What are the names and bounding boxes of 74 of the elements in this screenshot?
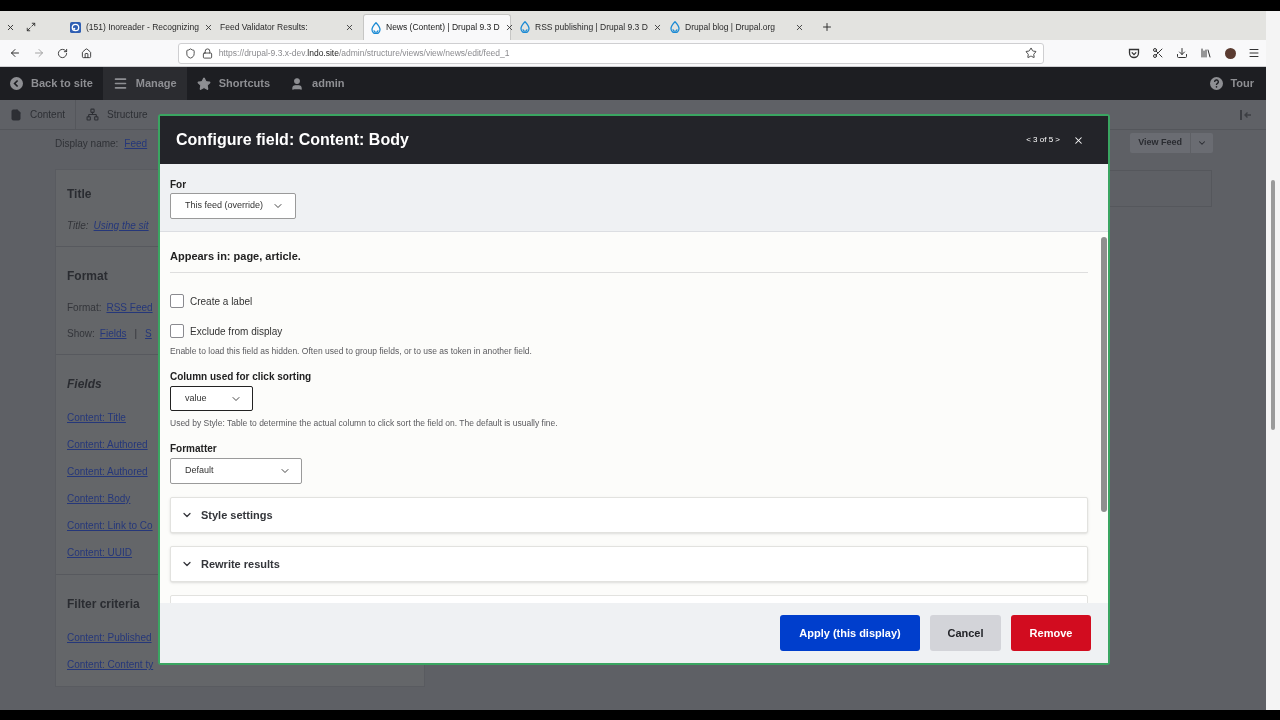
menu-icon [112,76,128,91]
toolbar-item[interactable]: Back to site [0,67,103,100]
formatter-select[interactable]: Default [170,458,302,484]
field-label: For [170,177,187,192]
pager-text[interactable]: < 3 of 5 > [1026,134,1060,146]
browser-tab[interactable]: Drupal blog | Drupal.org [663,14,811,40]
tour-button[interactable]: Tour [1210,67,1266,100]
shield-icon[interactable] [184,47,196,59]
chevron-down-icon [1197,138,1207,148]
collapsible-section[interactable]: Rewrite results [170,546,1088,582]
section-title: Filter criteria [67,596,140,613]
close-icon[interactable] [1073,134,1084,146]
user-icon [290,76,305,91]
dialog-button[interactable]: Apply (this display) [780,615,920,651]
section-title: Fields [67,376,102,393]
toolbar-item[interactable]: Shortcuts [186,67,281,100]
dialog-button[interactable]: Remove [1011,615,1091,651]
file-icon [10,108,22,121]
close-icon[interactable] [795,22,804,32]
view-feed-button[interactable]: View Feed [1130,133,1190,153]
pocket-icon[interactable] [1128,47,1141,59]
collapsible-section[interactable]: Style settings [170,497,1088,533]
for-select[interactable]: This feed (override) [170,193,296,219]
section-title: Format [67,268,108,285]
scrollbar-thumb[interactable] [1101,237,1107,512]
scrollbar-thumb[interactable] [1271,180,1275,430]
separator-text: | [134,326,138,341]
reload-icon[interactable] [57,47,69,59]
close-icon[interactable] [203,22,213,32]
avatar-icon[interactable] [1224,47,1236,59]
browser-tab[interactable]: (151) Inoreader - Recognizing [63,14,211,40]
help-icon [1210,77,1224,90]
new-tab-icon[interactable] [821,21,833,33]
drop-favicon-icon [371,21,381,34]
home-icon[interactable] [81,47,93,59]
browser-tab[interactable]: News (Content) | Drupal 9.3 D [363,14,511,40]
library-icon[interactable] [1200,47,1213,59]
menu-icon[interactable] [1248,47,1261,59]
close-icon[interactable] [345,22,354,32]
feed-favicon-icon [70,21,81,33]
drop-favicon-icon [670,21,680,33]
section-title: Title [67,186,92,203]
download-icon[interactable] [1176,47,1189,59]
field-label: Formatter [170,441,217,456]
checkbox[interactable] [170,324,184,338]
toolbar-item[interactable]: admin [280,67,355,100]
browser-tab[interactable]: Feed Validator Results: [213,14,361,40]
url-field[interactable]: https://drupal-9.3.x-dev.lndo.site/admin/structure/views/view/news/edit/feed_1 [177,42,1045,64]
sidebar-toggle-icon[interactable] [1240,109,1252,120]
url-text[interactable]: https://drupal-9.3.x-dev.lndo.site/admin/structure/views/view/news/edit/feed_1 [218,46,510,60]
field-label: Column used for click sorting [170,369,312,384]
close-icon[interactable] [504,23,514,32]
checkbox[interactable] [170,294,184,308]
toolbar-item[interactable]: Manage [102,67,187,100]
back-icon[interactable] [8,47,21,59]
expand-icon[interactable] [26,22,36,32]
checkbox-label[interactable]: Create a label [190,293,253,309]
lock-icon[interactable] [201,47,213,59]
click-sort-select[interactable]: value [170,386,253,411]
appears-in-text: Appears in: page, article. [170,248,301,264]
hierarchy-icon [86,108,100,121]
drop-favicon-icon [520,21,530,33]
dropdown-toggle-button[interactable] [1191,133,1213,153]
scissors-icon[interactable] [1152,47,1165,59]
dialog-button[interactable]: Cancel [930,615,1001,651]
help-text: Used by Style: Table to determine the actual column to click sort the field on. The default is usually fine. [170,416,558,430]
dialog-title: Configure field: Content: Body [176,130,409,150]
star-icon [196,76,211,91]
close-icon[interactable] [652,22,662,32]
browser-tab[interactable]: RSS publishing | Drupal 9.3 D [513,14,661,40]
checkbox-label[interactable]: Exclude from display [190,323,283,339]
bookmark-star-icon[interactable] [1025,47,1038,59]
help-text: Enable to load this field as hidden. Often used to group fields, or to use as token in another field. [170,344,532,358]
close-icon[interactable] [6,22,15,32]
